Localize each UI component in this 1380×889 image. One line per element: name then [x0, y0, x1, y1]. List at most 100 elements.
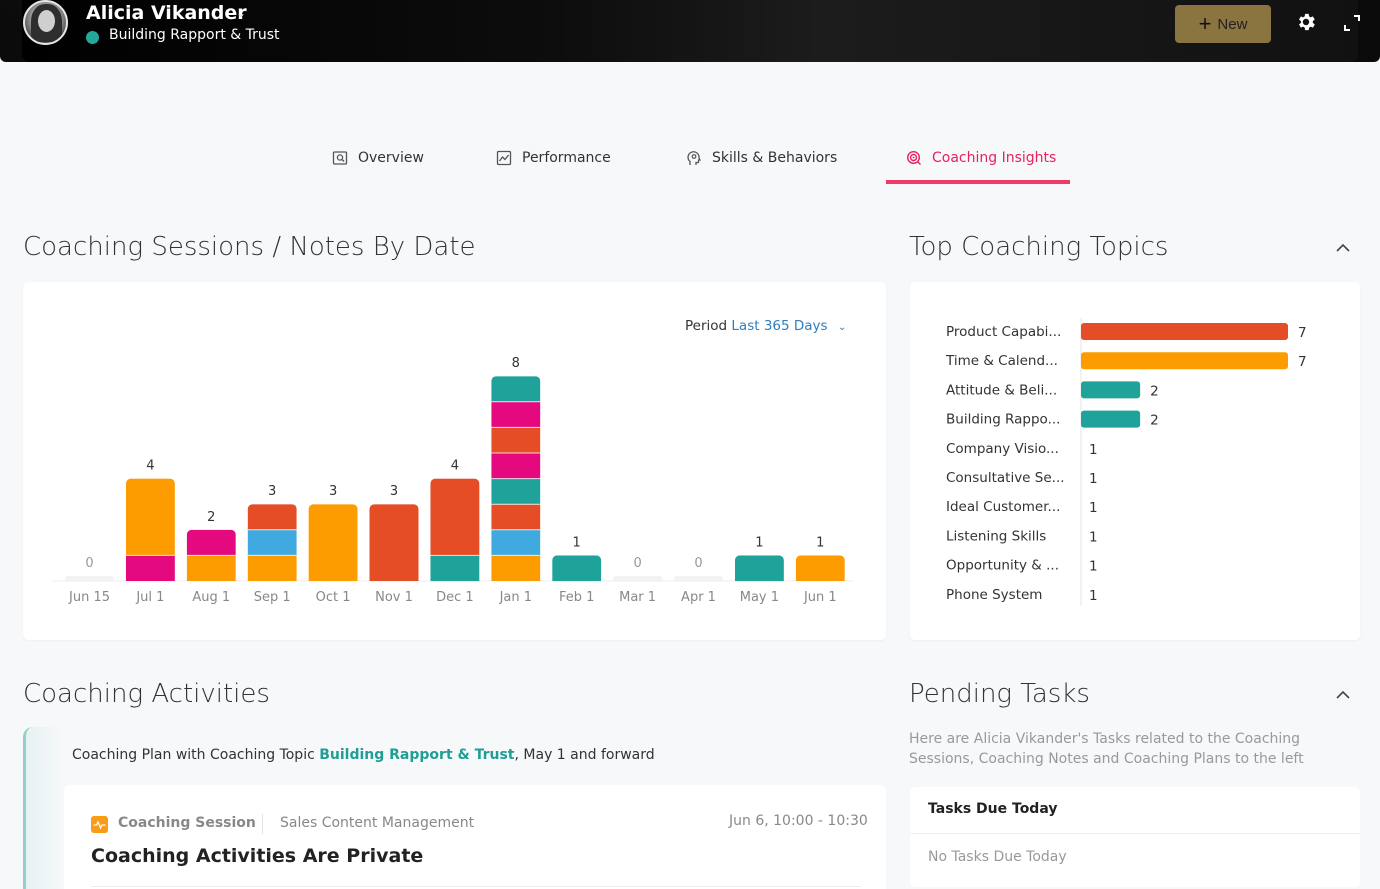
- topic-label: Attitude & Beli...: [946, 382, 1057, 398]
- bar-segment: [552, 555, 602, 581]
- bar-group[interactable]: [65, 576, 114, 581]
- avatar-face: [38, 10, 55, 32]
- coaching-plan-description: Coaching Plan with Coaching Topic Buildi…: [72, 747, 655, 763]
- bar-group[interactable]: [125, 478, 175, 581]
- period-value: Last 365 Days: [731, 318, 828, 334]
- pulse-icon: [91, 816, 108, 833]
- target-icon: [906, 150, 921, 165]
- tab-label: Skills & Behaviors: [712, 150, 838, 166]
- tab-coaching-insights[interactable]: Coaching Insights: [906, 132, 1056, 184]
- bar-segment: [369, 504, 419, 581]
- sessions-section-title: Coaching Sessions / Notes By Date: [23, 232, 476, 262]
- plan-topic-link[interactable]: Building Rapport & Trust: [319, 747, 514, 763]
- tab-label: Performance: [522, 150, 611, 166]
- empty-bar: [65, 576, 114, 581]
- x-tick-label: Jul 1: [135, 590, 164, 605]
- tab-performance[interactable]: Performance: [496, 132, 611, 184]
- tab-skills-behaviors[interactable]: Skills & Behaviors: [686, 132, 837, 184]
- bar-group[interactable]: [247, 504, 297, 581]
- x-tick-label: Jun 15: [68, 590, 110, 605]
- topics-section-title: Top Coaching Topics: [909, 232, 1169, 262]
- bar-value-label: 1: [573, 535, 581, 550]
- topic-label: Company Visio...: [946, 441, 1059, 457]
- session-title[interactable]: Coaching Activities Are Private: [91, 845, 423, 867]
- period-selector[interactable]: Period Last 365 Days ⌄: [685, 318, 846, 334]
- bar-group[interactable]: [186, 529, 236, 581]
- topic-label: Listening Skills: [946, 528, 1046, 544]
- activities-section-title: Coaching Activities: [23, 679, 270, 709]
- topic-label: Time & Calend...: [945, 353, 1058, 369]
- coaching-plan-rail: [23, 727, 63, 889]
- bar-segment: [491, 376, 541, 402]
- bar-value-label: 0: [85, 556, 93, 571]
- x-tick-label: Apr 1: [681, 590, 716, 605]
- expand-icon[interactable]: [1342, 13, 1362, 33]
- coaching-topic-status: Building Rapport & Trust: [109, 27, 280, 43]
- session-type: Coaching Session: [118, 815, 256, 831]
- bar-group[interactable]: [491, 376, 541, 581]
- bar-segment: [491, 504, 541, 530]
- bar-group[interactable]: [430, 478, 480, 581]
- topic-value-label: 1: [1089, 500, 1098, 516]
- topic-bar[interactable]: [1081, 352, 1288, 370]
- topic-label: Phone System: [946, 587, 1042, 603]
- period-label: Period: [685, 318, 728, 334]
- bar-group[interactable]: [674, 576, 723, 581]
- topic-value-label: 1: [1089, 588, 1098, 604]
- user-avatar[interactable]: [23, 0, 68, 45]
- x-tick-label: Aug 1: [192, 590, 230, 605]
- topic-value-label: 2: [1150, 413, 1159, 429]
- plus-icon: +: [1198, 11, 1212, 36]
- session-time: Jun 6, 10:00 - 10:30: [729, 813, 868, 829]
- topic-label: Ideal Customer...: [946, 499, 1060, 515]
- pending-section-title: Pending Tasks: [909, 679, 1090, 709]
- bar-group[interactable]: [795, 555, 845, 581]
- bar-group[interactable]: [613, 576, 663, 581]
- chevron-down-icon[interactable]: ⌄: [236, 6, 246, 20]
- empty-bar: [613, 576, 663, 581]
- topic-bar[interactable]: [1081, 381, 1141, 399]
- topic-value-label: 7: [1298, 325, 1307, 341]
- sessions-bar-chart: 0 Jun 15 4 Jul 1 2 Aug 1 3 Sep 1 3 Oct 1 3 Nov 1 4 De…: [53, 356, 853, 605]
- topic-value-label: 7: [1298, 354, 1307, 370]
- new-button[interactable]: + New: [1175, 5, 1271, 43]
- plan-prefix: Coaching Plan with Coaching Topic: [72, 747, 320, 763]
- topic-bar[interactable]: [1081, 410, 1141, 428]
- performance-chart-icon: [496, 150, 512, 166]
- coaching-session-card[interactable]: [64, 785, 886, 889]
- bar-segment: [491, 401, 541, 428]
- tasks-empty-message: No Tasks Due Today: [928, 849, 1067, 865]
- tasks-due-heading: Tasks Due Today: [928, 801, 1058, 817]
- pending-description: Here are Alicia Vikander's Tasks related…: [909, 731, 1304, 767]
- bar-segment: [491, 453, 541, 479]
- chevron-down-icon: ⌄: [837, 322, 847, 333]
- bar-segment: [734, 555, 784, 581]
- chevron-up-icon[interactable]: [1335, 690, 1351, 700]
- gear-icon[interactable]: [1295, 11, 1317, 33]
- bar-value-label: 3: [390, 484, 398, 499]
- bar-segment: [430, 478, 480, 556]
- x-tick-label: Jan 1: [499, 590, 532, 605]
- topic-label: Building Rappo...: [946, 412, 1060, 428]
- topics-bar-chart: Product Capabi... 7 Time & Calend... 7 Attit…: [945, 318, 1307, 606]
- bar-value-label: 0: [633, 556, 641, 571]
- status-dot-icon: [86, 31, 99, 44]
- bar-value-label: 1: [755, 535, 763, 550]
- bar-group[interactable]: [552, 555, 602, 581]
- tab-overview[interactable]: Overview: [332, 132, 424, 184]
- bar-segment: [186, 529, 236, 556]
- chevron-up-icon[interactable]: [1335, 243, 1351, 253]
- topic-label: Product Capabi...: [946, 324, 1061, 340]
- bar-group[interactable]: [369, 504, 419, 581]
- bar-group[interactable]: [734, 555, 784, 581]
- tab-label: Overview: [358, 150, 424, 166]
- bar-segment: [491, 478, 541, 505]
- empty-bar: [674, 576, 723, 581]
- x-tick-label: Oct 1: [316, 590, 351, 605]
- new-button-label: New: [1217, 15, 1248, 33]
- x-tick-label: May 1: [740, 590, 779, 605]
- topic-bar[interactable]: [1081, 323, 1288, 340]
- user-name[interactable]: Alicia Vikander: [86, 2, 247, 24]
- bar-value-label: 3: [268, 484, 276, 499]
- bar-group[interactable]: [308, 504, 358, 581]
